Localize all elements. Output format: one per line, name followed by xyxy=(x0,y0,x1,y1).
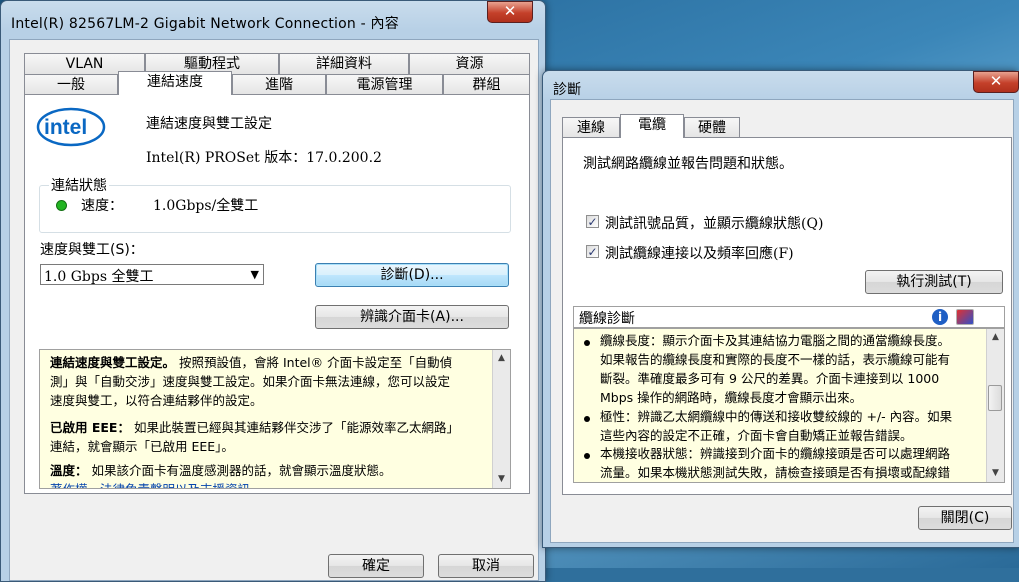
receiver-line2: 流量。如果本機狀態測試失敗，請檢查接頭是否有損壞或配線錯 xyxy=(600,465,951,480)
cable-length-line2: 如果報告的纜線長度和實際的長度不一樣的話，表示纜線可能有 xyxy=(600,352,951,367)
tab-general[interactable]: 一般 xyxy=(24,74,118,95)
results-scrollbar[interactable]: ▲ ▼ xyxy=(986,329,1004,482)
signal-quality-label[interactable]: 測試訊號品質，並顯示纜線狀態(Q) xyxy=(605,213,823,233)
help-p1-line2: 測」與「自動交涉」速度與雙工設定。如果介面卡無法連線，您可以設定 xyxy=(50,374,451,389)
cable-connection-label[interactable]: 測試纜線連接以及頻率回應(F) xyxy=(605,243,794,263)
cable-diagnosis-results: 纜線長度：顯示介面卡及其連結協力電腦之間的通當纜線長度。 如果報告的纜線長度和實… xyxy=(573,328,1005,483)
diag-tab-panel: 測試網路纜線並報告問題和狀態。 ✓ 測試訊號品質，並顯示纜線狀態(Q) ✓ 測試… xyxy=(562,137,1012,495)
diagnose-button[interactable]: 診斷(D)... xyxy=(315,263,509,287)
cable-test-description: 測試網路纜線並報告問題和狀態。 xyxy=(583,156,793,172)
svg-text:intel: intel xyxy=(44,116,87,139)
help-paragraph-3: 溫度： 如果該介面卡有溫度感測器的話，就會顯示溫度狀態。 xyxy=(50,461,392,480)
result-item-receiver-status: 本機接收器狀態：辨識接到介面卡的纜線接頭是否可以處理網路 流量。如果本機狀態測試… xyxy=(600,444,950,482)
dialog-body: VLAN 驅動程式 詳細資料 資源 一般 連結速度 進階 電源管理 群組 int… xyxy=(9,39,539,581)
legal-support-link[interactable]: 著作權、法律免責聲明以及支援資訊 xyxy=(50,480,250,488)
help-p1-line1: 按照預設值，會將 Intel® 介面卡設定至「自動偵 xyxy=(179,355,453,370)
result-item-polarity: 極性：辨識乙太網纜線中的傳送和接收雙絞線的 +/- 內容。如果 這些內容的設定不… xyxy=(600,407,952,445)
cable-length-line4: Mbps 操作的網路時，纜線長度才會顯示出來。 xyxy=(600,390,863,405)
tab-panel: intel 連結速度與雙工設定 Intel(R) PROSet 版本：17.0.… xyxy=(24,94,530,494)
dropdown-arrow-icon: ▼ xyxy=(250,268,259,281)
tab-power[interactable]: 電源管理 xyxy=(326,74,443,95)
intel-logo: intel xyxy=(36,107,106,147)
speed-label: 速度： xyxy=(81,198,123,214)
help-paragraph-1: 連結速度與雙工設定。 按照預設值，會將 Intel® 介面卡設定至「自動偵 測」… xyxy=(50,353,452,410)
diag-close-dialog-button[interactable]: 關閉(C) xyxy=(918,506,1012,530)
help-p2-line2: 連結，就會顯示「已啟用 EEE」。 xyxy=(50,439,234,454)
cable-length-line1: 纜線長度：顯示介面卡及其連結協力電腦之間的通當纜線長度。 xyxy=(600,333,951,348)
duplex-dropdown[interactable]: 1.0 Gbps 全雙工 ▼ xyxy=(40,264,264,285)
help-p3-bold: 溫度： xyxy=(50,463,88,478)
tab-cable[interactable]: 電纜 xyxy=(620,114,684,138)
status-led-icon xyxy=(56,200,67,211)
speed-value: 1.0Gbps/全雙工 xyxy=(153,198,259,214)
cable-length-line3: 斷裂。準確度最多可有 9 公尺的差異。介面卡連接到以 1000 xyxy=(600,371,940,386)
diag-title-bar[interactable]: 診斷 ✕ xyxy=(543,71,1019,101)
network-test-icon[interactable] xyxy=(956,309,974,325)
bullet-icon xyxy=(584,340,590,346)
identify-adapter-button[interactable]: 辨識介面卡(A)... xyxy=(315,305,509,329)
close-button[interactable]: ✕ xyxy=(487,1,533,23)
info-icon[interactable]: i xyxy=(932,309,948,325)
window-title: Intel(R) 82567LM-2 Gigabit Network Conne… xyxy=(11,16,399,32)
help-scrollbar[interactable]: ▲ ▼ xyxy=(492,350,510,488)
properties-window: Intel(R) 82567LM-2 Gigabit Network Conne… xyxy=(0,0,546,582)
scroll-up-icon[interactable]: ▲ xyxy=(987,329,1004,346)
help-p3-text: 如果該介面卡有溫度感測器的話，就會顯示溫度狀態。 xyxy=(91,463,392,478)
help-p2-bold: 已啟用 EEE： xyxy=(50,420,130,435)
duplex-selected-value: 1.0 Gbps 全雙工 xyxy=(44,269,154,285)
ok-button[interactable]: 確定 xyxy=(328,554,424,578)
tab-teaming[interactable]: 群組 xyxy=(443,74,530,95)
help-p1-bold: 連結速度與雙工設定。 xyxy=(50,355,176,370)
diag-window-title: 診斷 xyxy=(553,82,582,98)
signal-quality-checkbox[interactable]: ✓ xyxy=(586,215,599,228)
tab-connection[interactable]: 連線 xyxy=(562,117,620,138)
scroll-up-icon[interactable]: ▲ xyxy=(493,350,510,367)
cable-diagnosis-title: 纜線診斷 xyxy=(579,311,635,327)
scroll-thumb[interactable] xyxy=(988,385,1002,411)
help-p2-line1: 如果此裝置已經與其連結夥伴交涉了「能源效率乙太網路」 xyxy=(133,420,459,435)
link-status-label: 連結狀態 xyxy=(49,175,109,195)
polarity-line1: 極性：辨識乙太網纜線中的傳送和接收雙絞線的 +/- 內容。如果 xyxy=(600,409,953,424)
polarity-line2: 這些內容的設定不正確，介面卡會自動矯正並報告錯誤。 xyxy=(600,428,913,443)
diag-body: 連線 電纜 硬體 測試網路纜線並報告問題和狀態。 ✓ 測試訊號品質，並顯示纜線狀… xyxy=(550,99,1014,543)
cancel-button[interactable]: 取消 xyxy=(438,554,534,578)
bullet-icon xyxy=(584,416,590,422)
receiver-line1: 本機接收器狀態：辨識接到介面卡的纜線接頭是否可以處理網路 xyxy=(600,446,951,461)
scroll-down-icon[interactable]: ▼ xyxy=(987,465,1004,482)
tab-resources[interactable]: 資源 xyxy=(409,53,530,74)
diag-close-button[interactable]: ✕ xyxy=(973,71,1019,93)
tab-link-speed[interactable]: 連結速度 xyxy=(118,71,232,95)
cable-diagnosis-header: 纜線診斷 i xyxy=(573,306,1005,328)
cable-connection-checkbox[interactable]: ✓ xyxy=(586,245,599,258)
duplex-label: 速度與雙工(S)： xyxy=(40,242,144,258)
tab-details[interactable]: 詳細資料 xyxy=(279,53,409,74)
tab-advanced[interactable]: 進階 xyxy=(232,74,326,95)
title-bar[interactable]: Intel(R) 82567LM-2 Gigabit Network Conne… xyxy=(1,1,545,32)
diagnostics-window: 診斷 ✕ 連線 電纜 硬體 測試網路纜線並報告問題和狀態。 ✓ 測試訊號品質，並… xyxy=(542,70,1019,548)
version-text: Intel(R) PROSet 版本：17.0.200.2 xyxy=(146,150,382,166)
section-heading: 連結速度與雙工設定 xyxy=(146,116,272,132)
result-item-cable-length: 纜線長度：顯示介面卡及其連結協力電腦之間的通當纜線長度。 如果報告的纜線長度和實… xyxy=(600,331,950,407)
bullet-icon xyxy=(584,453,590,459)
tab-hardware[interactable]: 硬體 xyxy=(684,117,740,138)
help-text-box: 連結速度與雙工設定。 按照預設值，會將 Intel® 介面卡設定至「自動偵 測」… xyxy=(39,349,511,489)
scroll-down-icon[interactable]: ▼ xyxy=(493,471,510,488)
help-p1-line3: 速度與雙工，以符合連結夥伴的設定。 xyxy=(50,393,263,408)
run-test-button[interactable]: 執行測試(T) xyxy=(865,270,1003,294)
help-paragraph-2: 已啟用 EEE： 如果此裝置已經與其連結夥伴交涉了「能源效率乙太網路」 連結，就… xyxy=(50,418,459,456)
